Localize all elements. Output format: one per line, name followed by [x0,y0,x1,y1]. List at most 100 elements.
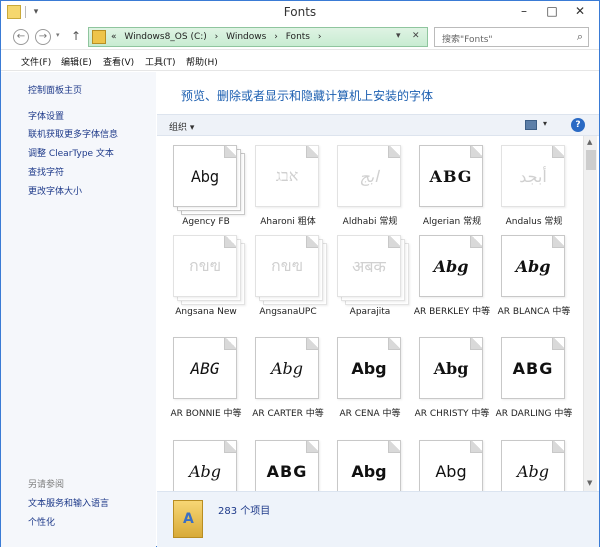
breadcrumb-windows[interactable]: Windows [226,32,266,42]
menu-bar: 文件(F) 编辑(E) 查看(V) 工具(T) 帮助(H) [1,49,599,71]
font-sample: Abg [270,358,304,378]
font-tile[interactable]: ابج Aldhabi 常规 [329,144,411,244]
font-file-icon: Abg [419,235,483,297]
address-dropdown-icon[interactable]: ▾ [396,31,401,41]
font-tile[interactable]: Abg [411,439,493,491]
font-file-icon: ABG [255,440,319,491]
font-tile[interactable]: กขฃ Angsana New [165,234,247,334]
font-file-icon: กขฃ [173,235,237,297]
font-tile[interactable]: Abg Agency FB [165,144,247,244]
font-tile[interactable]: ABG Algerian 常规 [411,144,493,244]
font-tile[interactable]: Abg AR CARTER 中等 [247,336,329,436]
title-bar: ▾ Fonts – □ ✕ [1,1,599,25]
help-icon[interactable]: ? [571,118,585,132]
maximize-button[interactable]: □ [539,1,565,21]
font-file-icon: Abg [419,440,483,491]
menu-tools[interactable]: 工具(T) [145,55,176,68]
font-sample: Abg [516,461,550,481]
font-tile[interactable]: ABG AR BONNIE 中等 [165,336,247,436]
search-box[interactable]: 搜索"Fonts" ⌕ [434,27,589,47]
view-icon[interactable] [525,120,537,130]
search-icon[interactable]: ⌕ [577,30,583,44]
breadcrumb: « Windows8_OS (C:) › Windows › Fonts › [111,32,322,42]
fonts-folder-large-icon [173,500,203,538]
font-tile[interactable]: Abg AR BLANCA 中等 [493,234,575,334]
scroll-up-icon[interactable]: ▲ [587,138,592,146]
font-sample: Abg [433,256,469,276]
font-tile[interactable]: Abg [493,439,575,491]
personalization-link[interactable]: 个性化 [28,515,55,528]
font-name: Agency FB [182,217,230,227]
font-file-icon: ABG [173,337,237,399]
scroll-down-icon[interactable]: ▼ [587,479,592,487]
view-dropdown-icon[interactable]: ▾ [543,119,547,128]
command-bar: 组织 ▾ ▾ ? [157,114,599,136]
vertical-scrollbar[interactable]: ▲ ▼ [583,136,597,491]
font-tile[interactable]: अबक Aparajita [329,234,411,334]
font-name: AR BONNIE 中等 [170,409,242,419]
up-arrow-icon[interactable]: ↑ [71,29,81,43]
font-sample: ابج [359,166,379,186]
menu-help[interactable]: 帮助(H) [186,55,218,68]
recent-locations-dropdown-icon[interactable]: ▾ [56,31,60,39]
font-file-icon: ABG [501,337,565,399]
font-name: Angsana New [175,307,237,317]
font-tile[interactable]: Abg AR CENA 中等 [329,336,411,436]
menu-file[interactable]: 文件(F) [21,55,51,68]
organize-button[interactable]: 组织 ▾ [169,120,194,133]
font-name: AR CHRISTY 中等 [414,409,490,419]
control-panel-home-link[interactable]: 控制面板主页 [28,83,82,96]
font-tile[interactable]: Abg AR CHRISTY 中等 [411,336,493,436]
font-name: AR BLANCA 中等 [497,307,571,317]
font-settings-link[interactable]: 字体设置 [28,109,64,122]
font-sample: Abg [351,461,387,481]
font-tile[interactable]: ABG [247,439,329,491]
font-name: Algerian 常规 [422,217,482,227]
font-tile[interactable]: אבג Aharoni 粗体 [247,144,329,244]
font-tile[interactable]: ABG AR DARLING 中等 [493,336,575,436]
font-sample: กขฃ [271,255,303,275]
change-font-size-link[interactable]: 更改字体大小 [28,184,82,197]
explorer-window: ▾ Fonts – □ ✕ ← → ▾ ↑ « Windows8_OS (C:)… [0,0,600,547]
font-file-icon: अबक [337,235,401,297]
font-file-icon: أبجد [501,145,565,207]
scroll-thumb[interactable] [586,150,596,170]
font-sample: अबक [352,257,386,276]
font-tile[interactable]: أبجد Andalus 常规 [493,144,575,244]
clear-address-icon[interactable]: ✕ [412,31,420,41]
font-sample: Abg [435,461,467,481]
font-name: AngsanaUPC [259,307,317,317]
page-title: 预览、删除或者显示和隐藏计算机上安装的字体 [181,89,434,103]
breadcrumb-fonts[interactable]: Fonts [286,32,310,42]
font-tile[interactable]: Abg AR BERKLEY 中等 [411,234,493,334]
menu-edit[interactable]: 编辑(E) [61,55,92,68]
font-file-icon: Abg [173,440,237,491]
forward-button[interactable]: → [35,29,51,45]
text-services-link[interactable]: 文本服务和输入语言 [28,496,109,509]
font-name: Aharoni 粗体 [260,217,316,227]
font-tile[interactable]: Abg [329,439,411,491]
find-character-link[interactable]: 查找字符 [28,165,64,178]
font-sample: กขฃ [189,255,221,275]
back-button[interactable]: ← [13,29,29,45]
breadcrumb-drive[interactable]: Windows8_OS (C:) [124,32,206,42]
font-sample: ABG [190,358,220,378]
get-font-info-online-link[interactable]: 联机获取更多字体信息 [28,127,118,140]
font-file-icon: Abg [337,337,401,399]
font-file-icon: Abg [337,440,401,491]
adjust-cleartype-link[interactable]: 调整 ClearType 文本 [28,146,114,159]
breadcrumb-overflow[interactable]: « [111,32,117,42]
font-sample: Abg [433,358,469,378]
menu-view[interactable]: 查看(V) [103,55,134,68]
address-bar[interactable]: « Windows8_OS (C:) › Windows › Fonts › ▾… [88,27,428,47]
close-button[interactable]: ✕ [567,1,593,21]
address-row: ← → ▾ ↑ « Windows8_OS (C:) › Windows › F… [1,25,599,49]
font-file-icon: Abg [173,145,237,207]
font-tile[interactable]: กขฃ AngsanaUPC [247,234,329,334]
minimize-button[interactable]: – [511,1,537,21]
font-file-icon: ABG [419,145,483,207]
font-sample: ABG [266,461,308,481]
font-file-icon: Abg [501,440,565,491]
font-file-icon: Abg [419,337,483,399]
font-tile[interactable]: Abg [165,439,247,491]
